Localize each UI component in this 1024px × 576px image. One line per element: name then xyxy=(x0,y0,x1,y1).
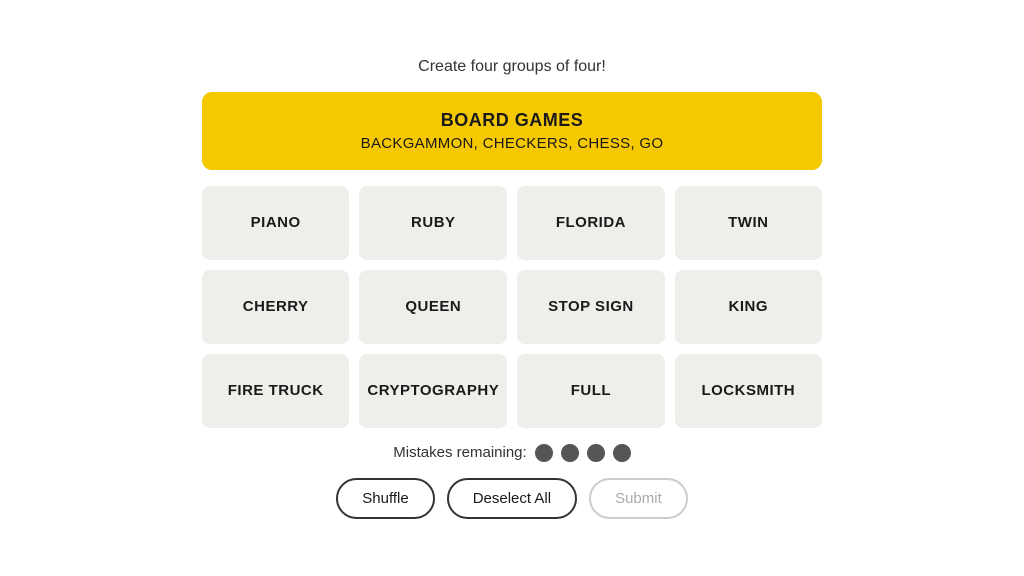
mistake-dot-3 xyxy=(587,444,605,462)
tiles-grid: PIANORUBYFLORIDATWIN CHERRYQUEENSTOP SIGN… xyxy=(202,186,822,428)
solved-category-banner: BOARD GAMES BACKGAMMON, CHECKERS, CHESS,… xyxy=(202,92,822,170)
deselect-button[interactable]: Deselect All xyxy=(447,478,577,519)
tile-item[interactable]: FULL xyxy=(517,354,664,428)
solved-category-title: BOARD GAMES xyxy=(226,110,798,131)
main-container: Create four groups of four! BOARD GAMES … xyxy=(202,58,822,519)
mistakes-label: Mistakes remaining: xyxy=(393,444,526,461)
subtitle-text: Create four groups of four! xyxy=(418,58,606,76)
tile-item[interactable]: FIRE TRUCK xyxy=(202,354,349,428)
tile-item[interactable]: KING xyxy=(675,270,822,344)
solved-category-items: BACKGAMMON, CHECKERS, CHESS, GO xyxy=(226,135,798,152)
tile-item[interactable]: FLORIDA xyxy=(517,186,664,260)
tile-item[interactable]: CRYPTOGRAPHY xyxy=(359,354,507,428)
mistake-dot-1 xyxy=(535,444,553,462)
mistakes-row: Mistakes remaining: xyxy=(393,444,630,462)
tile-item[interactable]: CHERRY xyxy=(202,270,349,344)
tile-item[interactable]: LOCKSMITH xyxy=(675,354,822,428)
mistake-dot-2 xyxy=(561,444,579,462)
action-buttons: Shuffle Deselect All Submit xyxy=(336,478,688,519)
shuffle-button[interactable]: Shuffle xyxy=(336,478,434,519)
submit-button[interactable]: Submit xyxy=(589,478,688,519)
tile-item[interactable]: TWIN xyxy=(675,186,822,260)
tile-item[interactable]: QUEEN xyxy=(359,270,507,344)
tile-item[interactable]: RUBY xyxy=(359,186,507,260)
mistake-dot-4 xyxy=(613,444,631,462)
tile-item[interactable]: STOP SIGN xyxy=(517,270,664,344)
tile-item[interactable]: PIANO xyxy=(202,186,349,260)
